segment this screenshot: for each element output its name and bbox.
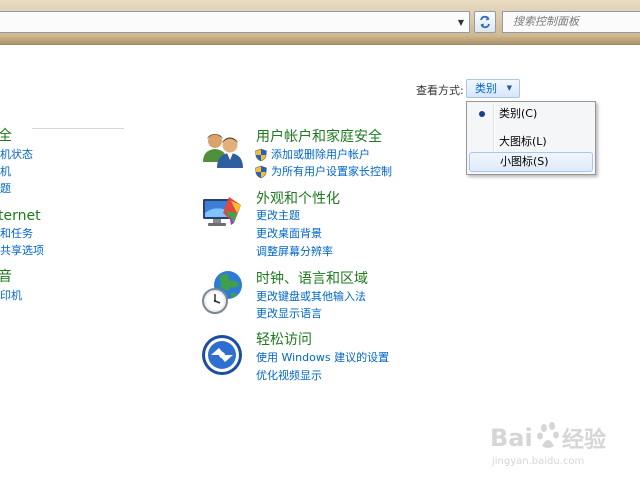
watermark-brand-2: 经验 — [562, 427, 606, 453]
link-parental-controls[interactable]: 为所有用户设置家长控制 — [254, 165, 392, 179]
left-category-link[interactable]: 印机 — [0, 289, 22, 303]
appearance-icon[interactable] — [201, 193, 245, 236]
clock-globe-icon[interactable] — [201, 269, 245, 320]
category-title-ease-of-access[interactable]: 轻松访问 — [256, 331, 312, 349]
category-title-appearance[interactable]: 外观和个性化 — [256, 190, 340, 208]
link-optimize-visual-display[interactable]: 优化视频显示 — [256, 369, 322, 383]
menu-separator — [32, 128, 124, 129]
left-category-title[interactable]: 全 — [0, 127, 12, 145]
refresh-button[interactable] — [474, 11, 496, 33]
link-add-remove-accounts[interactable]: 添加或删除用户帐户 — [254, 148, 370, 162]
view-by-current: 类别 — [475, 82, 497, 95]
left-category-link[interactable]: 共享选项 — [0, 244, 44, 258]
category-title-clock-language-region[interactable]: 时钟、语言和区域 — [256, 270, 368, 288]
menu-item-label: 大图标(L) — [499, 135, 547, 148]
address-bar[interactable]: ▼ — [0, 11, 470, 33]
left-category-link[interactable]: 机状态 — [0, 148, 33, 162]
link-change-theme[interactable]: 更改主题 — [256, 209, 300, 223]
link-label: 为所有用户设置家长控制 — [271, 165, 392, 178]
link-change-input-method[interactable]: 更改键盘或其他输入法 — [256, 290, 366, 304]
user-accounts-icon[interactable] — [201, 130, 245, 173]
link-screen-resolution[interactable]: 调整屏幕分辨率 — [256, 245, 333, 259]
left-category-title[interactable]: ternet — [0, 207, 41, 225]
uac-shield-icon — [255, 148, 267, 162]
chevron-down-icon[interactable]: ▼ — [453, 12, 469, 32]
view-by-menu: 类别(C) 大图标(L) 小图标(S) — [466, 101, 596, 175]
watermark-brand: Bai — [490, 424, 533, 452]
link-label: 添加或删除用户帐户 — [271, 148, 370, 161]
caret-down-icon: ▼ — [506, 84, 512, 92]
link-change-background[interactable]: 更改桌面背景 — [256, 227, 322, 241]
radio-bullet-icon — [479, 111, 485, 117]
left-category-link[interactable]: 题 — [0, 182, 11, 196]
ease-of-access-icon[interactable] — [201, 333, 245, 380]
left-category-link[interactable]: 机 — [0, 165, 11, 179]
menu-item-large-icons[interactable]: 大图标(L) — [469, 132, 593, 152]
menu-item-category[interactable]: 类别(C) — [469, 104, 593, 124]
uac-shield-icon — [255, 165, 267, 179]
link-change-display-language[interactable]: 更改显示语言 — [256, 307, 322, 321]
menu-item-label: 小图标(S) — [500, 155, 549, 168]
left-category-link[interactable]: 和任务 — [0, 227, 33, 241]
link-recommended-settings[interactable]: 使用 Windows 建议的设置 — [256, 351, 389, 365]
menu-item-label: 类别(C) — [499, 107, 538, 120]
search-input[interactable]: 搜索控制面板 — [502, 11, 640, 33]
watermark-url: jingyan.baidu.com — [491, 456, 584, 467]
view-by-dropdown[interactable]: 类别 ▼ — [466, 79, 520, 98]
baidu-watermark: Bai 经验 jingyan.baidu.com — [488, 414, 638, 470]
menu-item-small-icons[interactable]: 小图标(S) — [469, 152, 593, 172]
left-category-title[interactable]: 音 — [0, 268, 12, 286]
category-title-user-accounts[interactable]: 用户帐户和家庭安全 — [256, 128, 382, 146]
view-by-label: 查看方式: — [416, 84, 464, 97]
refresh-icon — [480, 15, 490, 29]
window-toolbar: ▼ 搜索控制面板 — [0, 0, 640, 45]
